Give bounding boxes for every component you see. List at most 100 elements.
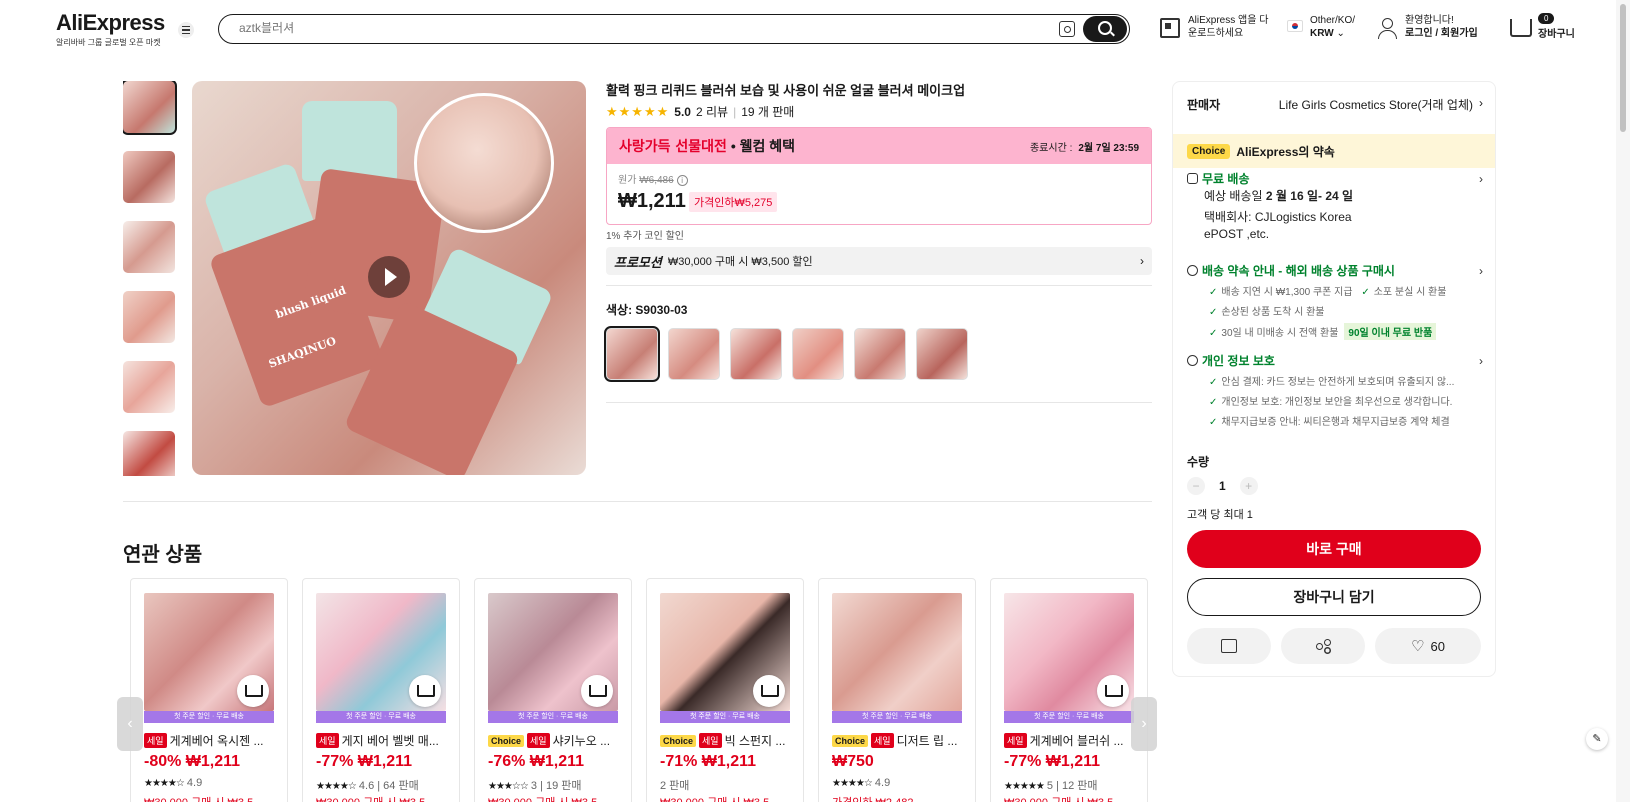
search-button[interactable] [1083, 16, 1127, 42]
delivery-promise-row[interactable]: 배송 약속 안내 - 해외 배송 상품 구매시 › [1187, 262, 1483, 279]
promotion-text: ₩30,000 구매 시 ₩3,500 할인 [667, 256, 813, 268]
user-icon[interactable] [1378, 18, 1397, 40]
cart-label[interactable]: 장바구니 [1538, 29, 1575, 40]
privacy-row[interactable]: 개인 정보 보호 › [1187, 352, 1483, 369]
play-icon[interactable] [368, 256, 410, 298]
seller-name-link[interactable]: Life Girls Cosmetics Store(거래 업체) [1279, 96, 1473, 113]
thumbnail-image[interactable] [123, 151, 175, 203]
product-card[interactable]: 첫 주문 할인 · 무료 배송 Choice 세일 디저트 립 ... ₩750 ★… [818, 578, 976, 802]
add-to-cart-icon[interactable] [1097, 675, 1129, 707]
promise-item-text: 소포 분실 시 환불 [1373, 287, 1447, 298]
product-card-meta: ★★★☆☆ 3 | 19 판매 [488, 777, 582, 793]
thumbnail-image[interactable] [123, 291, 175, 343]
add-to-cart-icon[interactable] [581, 675, 613, 707]
product-card-promo: ₩30,000 구매 시 ₩3,5 [1004, 794, 1113, 802]
check-icon: ✓ [1209, 307, 1218, 318]
hamburger-icon[interactable] [178, 22, 194, 38]
deal-title-highlight: 사랑가득 선물대전 [619, 139, 727, 155]
product-card-price: ₩750 [832, 753, 874, 770]
privacy-item-text: 개인정보 보호: 개인정보 보안을 최우선으로 생각합니다. [1221, 397, 1453, 408]
product-card[interactable]: 첫 주문 할인 · 무료 배송 Choice 세일 빅 스펀지 ... -71% ₩… [646, 578, 804, 802]
account-menu[interactable]: 환영합니다! 로그인 / 회원가입 [1405, 14, 1478, 40]
color-swatch[interactable] [854, 328, 906, 380]
star-rating: ★★★★☆ [316, 781, 357, 792]
info-icon[interactable]: i [676, 175, 688, 186]
review-count-link[interactable]: 2 리뷰 [696, 103, 728, 120]
color-swatch[interactable] [668, 328, 720, 380]
cart-icon[interactable] [1510, 19, 1532, 37]
carrier-line: 택배회사: CJLogistics Korea [1204, 210, 1352, 224]
original-price-label: 원가 [618, 175, 637, 186]
quantity-label: 수량 [1187, 455, 1210, 469]
chevron-right-icon: › [1479, 96, 1483, 110]
promise-item-text: 30일 내 미배송 시 전액 환불 [1221, 328, 1339, 339]
scrollbar-thumb[interactable] [1620, 4, 1626, 132]
color-swatch[interactable] [730, 328, 782, 380]
increase-quantity-button[interactable]: + [1239, 477, 1258, 495]
shield-check-icon [1187, 355, 1198, 366]
store-icon [1221, 639, 1237, 653]
product-card-meta: ★★★★☆ 4.9 [144, 777, 202, 789]
main-product-image[interactable]: blush liquid SHAQINUO [192, 81, 586, 475]
add-to-cart-icon[interactable] [753, 675, 785, 707]
promise-title: AliExpress의 약속 [1236, 144, 1335, 159]
first-order-band: 첫 주문 할인 · 무료 배송 [316, 711, 446, 723]
carousel-next-button[interactable]: › [1131, 697, 1157, 751]
choice-tag: Choice [488, 735, 525, 747]
thumbnail-video[interactable] [123, 81, 177, 135]
product-card-meta: 2 판매 [660, 777, 689, 793]
choice-badge: Choice [1187, 143, 1231, 159]
related-products-title: 연관 상품 [123, 544, 203, 566]
buy-now-button[interactable]: 바로 구매 [1187, 530, 1481, 568]
carousel-prev-button[interactable]: ‹ [117, 697, 143, 751]
promotion-row[interactable]: 프로모션 ₩30,000 구매 시 ₩3,500 할인 › [606, 247, 1152, 275]
share-button[interactable] [1281, 628, 1365, 664]
first-order-band: 첫 주문 할인 · 무료 배송 [660, 711, 790, 723]
divider [606, 402, 1152, 403]
check-icon: ✓ [1209, 377, 1218, 388]
cart-count-badge: 0 [1538, 13, 1555, 24]
product-card[interactable]: 첫 주문 할인 · 무료 배송 세일 게계베어 블러쉬 ... -77% ₩1,2… [990, 578, 1148, 802]
search-input[interactable] [239, 21, 1019, 35]
login-signup-link[interactable]: 로그인 / 회원가입 [1405, 28, 1478, 39]
decrease-quantity-button[interactable]: − [1187, 477, 1205, 495]
page-scrollbar[interactable] [1616, 0, 1630, 802]
product-card-name: 디저트 립 ... [896, 734, 958, 748]
free-shipping-row[interactable]: 무료 배송 › [1187, 170, 1483, 187]
star-rating: ★★★☆☆ [488, 781, 529, 792]
max-per-customer: 고객 당 최대 1 [1187, 509, 1253, 521]
aliexpress-logo[interactable]: AliExpress 알리바바 그룹 글로벌 오픈 마켓 [56, 10, 165, 48]
store-button[interactable] [1187, 628, 1271, 664]
product-card[interactable]: 첫 주문 할인 · 무료 배송 Choice 세일 샤키누오 ... -76% ₩1… [474, 578, 632, 802]
add-to-cart-icon[interactable] [409, 675, 441, 707]
color-swatch[interactable] [792, 328, 844, 380]
thumbnail-image[interactable] [123, 431, 175, 476]
thumbnail-image[interactable] [123, 221, 175, 273]
edit-icon[interactable]: ✎ [1586, 728, 1608, 750]
color-swatch[interactable] [916, 328, 968, 380]
sale-tag: 세일 [1004, 733, 1027, 748]
qr-code-icon[interactable] [1160, 18, 1180, 38]
product-card[interactable]: 첫 주문 할인 · 무료 배송 세일 게계베어 옥시젠 ... -80% ₩1,2… [130, 578, 288, 802]
wishlist-button[interactable]: ♡ 60 [1375, 628, 1481, 664]
app-download-link[interactable]: AliExpress 앱을 다 운로드하세요 [1188, 14, 1268, 40]
choice-promise-band: Choice AliExpress의 약속 [1173, 134, 1495, 168]
deal-banner: 사랑가득 선물대전 • 웰컴 혜택 종료시간 : 2월 7일 23:59 원가 ₩… [606, 127, 1152, 225]
welcome-text: 환영합니다! [1405, 15, 1454, 26]
camera-search-icon[interactable] [1059, 21, 1075, 37]
add-to-cart-button[interactable]: 장바구니 담기 [1187, 578, 1481, 616]
product-card-title: Choice 세일 디저트 립 ... [832, 732, 968, 749]
region-currency-selector[interactable]: Other/KO/ KRW ⌄ [1310, 14, 1355, 40]
original-price: ₩6,486 [639, 175, 674, 186]
sale-tag: 세일 [144, 733, 167, 748]
product-card[interactable]: 첫 주문 할인 · 무료 배송 세일 게지 베어 벨벳 매... -77% ₩1,… [302, 578, 460, 802]
deal-title-rest: • 웰컴 혜택 [730, 138, 796, 154]
logo-text[interactable]: AliExpress [56, 10, 165, 36]
color-swatch[interactable] [604, 326, 660, 382]
product-card-name: 빅 스펀지 ... [724, 734, 786, 748]
thumbnail-image[interactable] [123, 361, 175, 413]
seller-row[interactable]: 판매자 Life Girls Cosmetics Store(거래 업체) › [1187, 96, 1483, 113]
eta-line: 예상 배송일 2 월 16 일- 24 일 [1204, 188, 1353, 205]
eta-dates: 2 월 16 일- 24 일 [1265, 189, 1354, 203]
add-to-cart-icon[interactable] [237, 675, 269, 707]
